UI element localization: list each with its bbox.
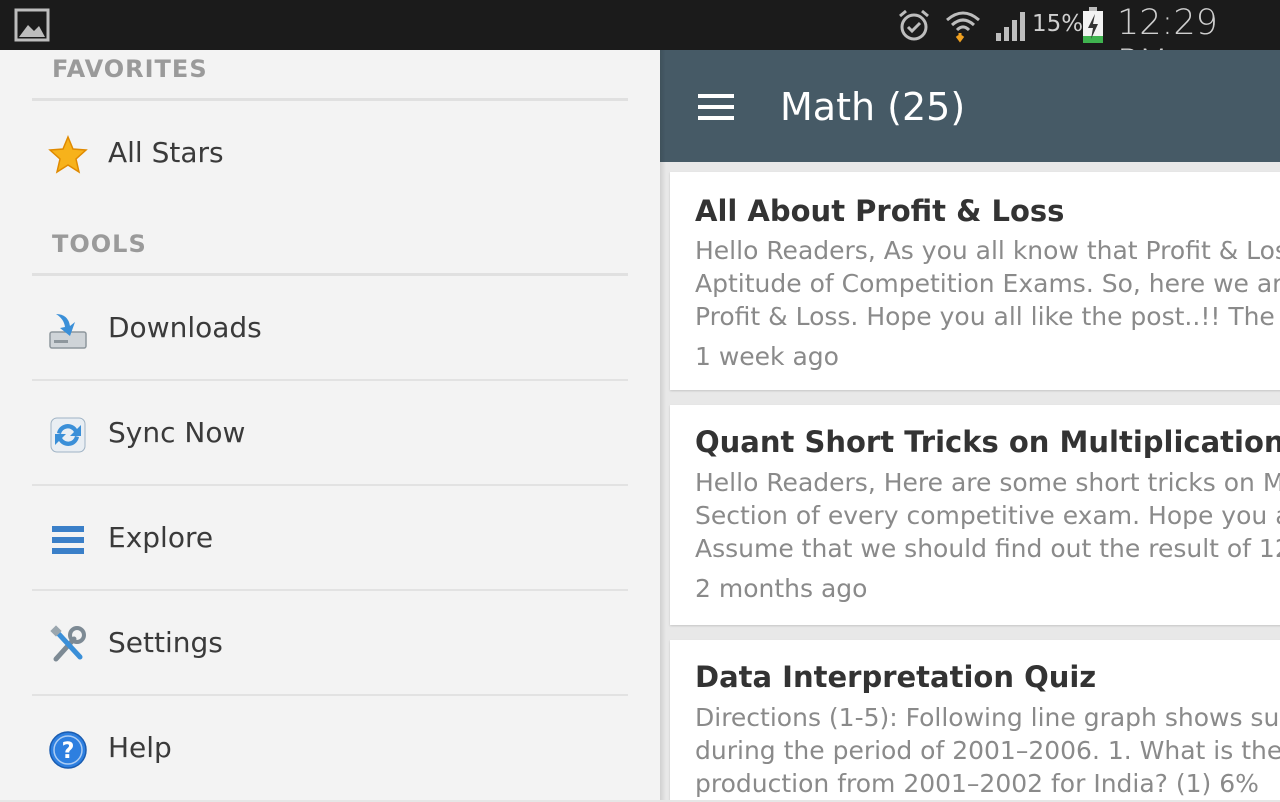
tools-header: TOOLS bbox=[52, 230, 147, 258]
status-bar: 15% 12:29 PM bbox=[0, 0, 1280, 83]
excerpt-line: Aptitude of Competition Exams. So, here … bbox=[695, 269, 1280, 298]
divider bbox=[32, 273, 628, 276]
excerpt-line: Section of every competitive exam. Hope … bbox=[695, 501, 1280, 530]
drawer-item-explore[interactable]: Explore bbox=[0, 488, 660, 592]
drawer-item-sync-now[interactable]: Sync Now bbox=[0, 383, 660, 487]
excerpt-line: Assume that we should find out the resul… bbox=[695, 534, 1280, 563]
excerpt-line: production from 2001–2002 for India? (1)… bbox=[695, 769, 1259, 798]
post-title: Quant Short Tricks on Multiplication bbox=[695, 425, 1280, 459]
drawer-item-label: Help bbox=[108, 731, 172, 764]
divider bbox=[32, 98, 628, 101]
download-icon bbox=[49, 314, 87, 349]
post-timestamp: 2 months ago bbox=[695, 574, 868, 603]
excerpt-line: Profit & Loss. Hope you all like the pos… bbox=[695, 302, 1275, 331]
drawer-item-label: All Stars bbox=[108, 136, 224, 169]
hamburger-menu-icon[interactable] bbox=[698, 94, 734, 120]
list-icon bbox=[52, 526, 84, 554]
battery-charging-icon bbox=[1083, 7, 1103, 43]
excerpt-line: during the period of 2001–2006. 1. What … bbox=[695, 736, 1280, 765]
post-title: All About Profit & Loss bbox=[695, 194, 1065, 228]
help-icon: ? bbox=[49, 731, 87, 769]
main-content: Math (25) All About Profit & Loss Hello … bbox=[660, 50, 1280, 800]
divider bbox=[32, 694, 628, 696]
star-icon bbox=[48, 135, 88, 174]
battery-percent: 15% bbox=[1032, 11, 1084, 37]
alarm-icon bbox=[899, 9, 929, 41]
favorites-header: FAVORITES bbox=[52, 55, 208, 83]
excerpt-line: Hello Readers, Here are some short trick… bbox=[695, 468, 1280, 497]
page-title: Math (25) bbox=[780, 85, 966, 129]
gallery-icon bbox=[14, 8, 50, 42]
settings-tools-icon bbox=[50, 625, 86, 662]
signal-icon bbox=[996, 12, 1025, 41]
wifi-icon bbox=[946, 11, 980, 43]
drawer-item-label: Sync Now bbox=[108, 416, 246, 449]
drawer-item-label: Settings bbox=[108, 626, 223, 659]
post-card[interactable]: Quant Short Tricks on Multiplication Hel… bbox=[670, 405, 1280, 625]
drawer-item-label: Explore bbox=[108, 521, 214, 554]
app-bar: Math (25) bbox=[660, 50, 1280, 162]
drawer-item-all-stars[interactable]: All Stars bbox=[0, 103, 660, 207]
post-card[interactable]: Data Interpretation Quiz Directions (1-5… bbox=[670, 640, 1280, 800]
post-card[interactable]: All About Profit & Loss Hello Readers, A… bbox=[670, 172, 1280, 390]
divider bbox=[32, 379, 628, 381]
divider bbox=[32, 484, 628, 486]
drawer-item-downloads[interactable]: Downloads bbox=[0, 278, 660, 382]
post-title: Data Interpretation Quiz bbox=[695, 660, 1097, 694]
sync-icon bbox=[50, 417, 86, 453]
divider bbox=[32, 589, 628, 591]
post-timestamp: 1 week ago bbox=[695, 342, 839, 371]
drawer-item-help[interactable]: ? Help bbox=[0, 698, 660, 802]
excerpt-line: Hello Readers, As you all know that Prof… bbox=[695, 236, 1280, 265]
post-excerpt: Directions (1-5): Following line graph s… bbox=[695, 701, 1280, 800]
drawer-item-label: Downloads bbox=[108, 311, 262, 344]
navigation-drawer: FAVORITES All Stars TOOLS Downloads Sync… bbox=[0, 50, 660, 800]
post-excerpt: Hello Readers, Here are some short trick… bbox=[695, 466, 1280, 565]
excerpt-line: Directions (1-5): Following line graph s… bbox=[695, 703, 1280, 732]
post-excerpt: Hello Readers, As you all know that Prof… bbox=[695, 234, 1280, 333]
svg-text:?: ? bbox=[62, 739, 75, 764]
drawer-item-settings[interactable]: Settings bbox=[0, 593, 660, 697]
